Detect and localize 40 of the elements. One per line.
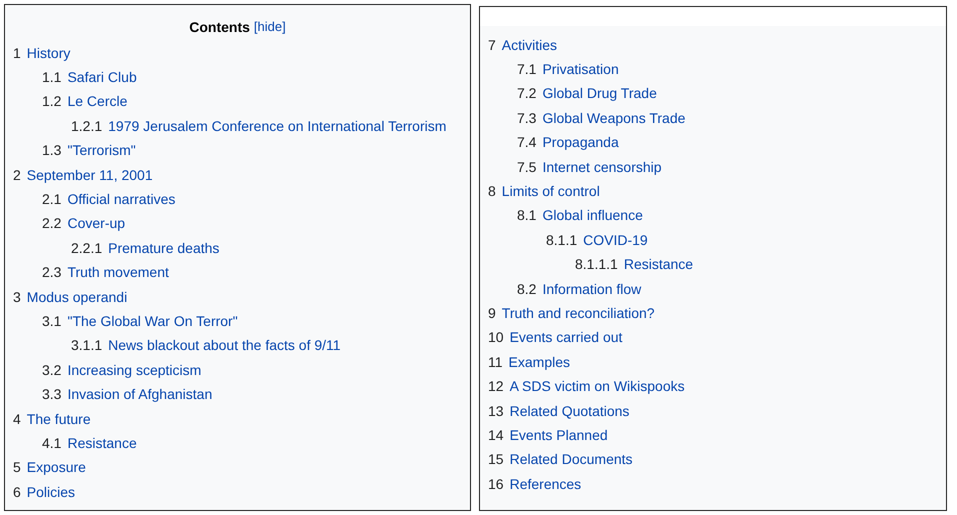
toc-link[interactable]: 15 Related Documents <box>488 451 633 468</box>
toc-link[interactable]: 7.1 Privatisation <box>517 61 619 78</box>
toc-link[interactable]: 8.1.1.1 Resistance <box>575 256 694 274</box>
toc-link[interactable]: 8.2 Information flow <box>517 280 642 298</box>
toc-link[interactable]: 7.4 Propaganda <box>517 134 619 152</box>
toc-link[interactable]: 3.1 "The Global War On Terror" <box>42 312 238 330</box>
toc-link[interactable]: 8.1.1 COVID-19 <box>546 232 648 249</box>
toc-link[interactable]: 2.1 Official narratives <box>42 191 176 208</box>
toc-link[interactable]: 16 References <box>488 476 582 493</box>
toc-link[interactable]: 8.1 Global influence <box>517 207 643 224</box>
toc-link[interactable]: 5 Exposure <box>13 459 86 476</box>
toc-link[interactable]: 11 Examples <box>488 354 570 371</box>
contents-title: Contents <box>189 18 250 36</box>
toc-link[interactable]: 7.2 Global Drug Trade <box>517 85 657 102</box>
toc-link[interactable]: 3.3 Invasion of Afghanistan <box>42 386 212 404</box>
toc-link[interactable]: 1.3 "Terrorism" <box>42 142 136 160</box>
hide-link[interactable]: [hide] <box>254 17 286 37</box>
toc-link[interactable]: 2.2 Cover-up <box>42 215 126 232</box>
toc-link[interactable]: 1.1 Safari Club <box>42 69 137 86</box>
toc-link[interactable]: 10 Events carried out <box>488 329 622 346</box>
toc-link[interactable]: 3.2 Increasing scepticism <box>42 362 202 379</box>
toc-link[interactable]: 4.1 Resistance <box>42 434 137 452</box>
toc-link[interactable]: 6 Policies <box>13 484 76 501</box>
toc-link[interactable]: 1.2 Le Cercle <box>42 93 128 110</box>
toc-link[interactable]: 7 Activities <box>488 36 558 54</box>
toc-link[interactable]: 14 Events Planned <box>488 426 608 444</box>
toc-link[interactable]: 2.3 Truth movement <box>42 264 169 282</box>
toc-link[interactable]: 12 A SDS victim on Wikispooks <box>488 378 685 396</box>
toc-link[interactable]: 13 Related Quotations <box>488 402 630 420</box>
toc-link[interactable]: 7.3 Global Weapons Trade <box>517 110 686 127</box>
toc-link[interactable]: 4 The future <box>13 410 91 428</box>
toc-link[interactable]: 1.2.1 1979 Jerusalem Conference on International Terrorism <box>71 118 446 135</box>
toc-link[interactable]: 3.1.1 News blackout about the facts of 9/11 <box>71 337 341 354</box>
toc-link[interactable]: 1 History <box>13 44 70 62</box>
toc-link[interactable]: 8 Limits of control <box>488 183 600 200</box>
toc-link[interactable]: 7.5 Internet censorship <box>517 158 662 176</box>
toc-link[interactable]: 2 September 11, 2001 <box>13 166 153 184</box>
toc-link[interactable]: 9 Truth and reconciliation? <box>488 304 655 322</box>
toc-link[interactable]: 2.2.1 Premature deaths <box>71 240 220 257</box>
toc-link[interactable]: 3 Modus operandi <box>13 288 128 306</box>
